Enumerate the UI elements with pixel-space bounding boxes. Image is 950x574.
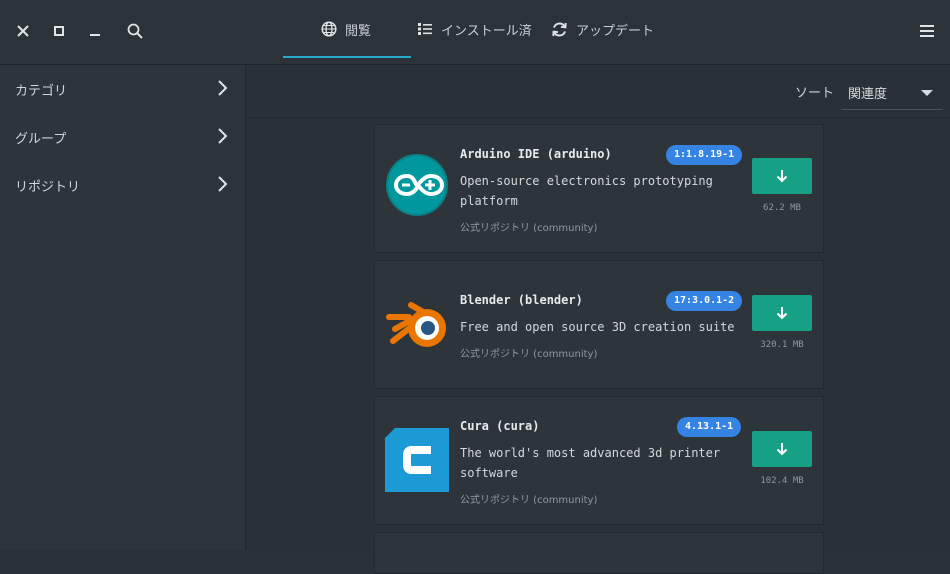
tab-browse-label: 閲覧: [345, 23, 372, 39]
minimize-button[interactable]: [84, 20, 106, 42]
refresh-icon: [552, 22, 567, 36]
download-arrow-icon: [776, 307, 788, 320]
package-card-cura[interactable]: Cura (cura) 4.13.1-1 The world's most ad…: [374, 396, 824, 525]
active-tab-indicator: [283, 56, 411, 58]
version-badge: 17:3.0.1-2: [666, 291, 743, 311]
sidebar-item-repositories[interactable]: リポジトリ: [0, 161, 245, 209]
package-repository: 公式リポジトリ (community): [460, 349, 598, 360]
package-size: 320.1 MB: [760, 340, 804, 350]
close-icon: [17, 25, 29, 37]
close-button[interactable]: [12, 20, 34, 42]
chevron-right-icon: [218, 128, 228, 144]
package-size: 102.4 MB: [760, 476, 804, 486]
package-description: Free and open source 3D creation suite: [460, 320, 735, 334]
hamburger-menu-icon: [920, 25, 934, 37]
search-button[interactable]: [124, 20, 146, 42]
tab-browse[interactable]: 閲覧: [321, 0, 371, 58]
tab-updates-label: アップデート: [576, 23, 655, 39]
maximize-button[interactable]: [48, 20, 70, 42]
sort-dropdown-value: 関連度: [848, 87, 888, 102]
minimize-icon: [90, 34, 100, 36]
package-repository: 公式リポジトリ (community): [460, 223, 598, 234]
package-card-partial[interactable]: [374, 532, 824, 574]
download-arrow-icon: [776, 443, 788, 456]
search-icon: [127, 23, 143, 39]
tab-updates[interactable]: アップデート: [551, 0, 654, 58]
main-content: ソート 関連度 Arduino IDE (arduino) 1:1.8.19-1…: [246, 65, 950, 574]
package-repository: 公式リポジトリ (community): [460, 495, 598, 506]
sidebar-item-categories[interactable]: カテゴリ: [0, 65, 245, 113]
sort-label: ソート: [795, 86, 835, 101]
package-card-arduino[interactable]: Arduino IDE (arduino) 1:1.8.19-1 Open-so…: [374, 124, 824, 253]
chevron-right-icon: [218, 176, 228, 192]
package-name: Blender (blender): [460, 293, 583, 307]
arduino-logo-icon: [386, 154, 448, 216]
tab-installed-label: インストール済: [441, 23, 532, 39]
menu-button[interactable]: [916, 20, 938, 42]
cura-logo-icon: [385, 428, 449, 492]
package-description: The world's most advanced 3d printer sof…: [460, 446, 721, 480]
download-button[interactable]: [752, 158, 812, 194]
download-button[interactable]: [752, 431, 812, 467]
maximize-icon: [54, 26, 64, 36]
package-name: Arduino IDE (arduino): [460, 147, 612, 161]
version-badge: 1:1.8.19-1: [666, 145, 743, 165]
sort-bar: ソート 関連度: [246, 65, 950, 118]
globe-icon: [321, 21, 337, 37]
sidebar-item-label: グループ: [15, 131, 67, 147]
sidebar-item-label: カテゴリ: [15, 83, 68, 99]
download-button[interactable]: [752, 295, 812, 331]
package-size: 62.2 MB: [763, 203, 801, 213]
sidebar: カテゴリ グループ リポジトリ: [0, 65, 246, 550]
package-card-blender[interactable]: Blender (blender) 17:3.0.1-2 Free and op…: [374, 260, 824, 389]
chevron-right-icon: [218, 80, 228, 96]
caret-down-icon: [921, 90, 933, 96]
list-icon: [418, 23, 432, 35]
sidebar-item-label: リポジトリ: [15, 179, 81, 195]
sidebar-item-groups[interactable]: グループ: [0, 113, 245, 161]
download-arrow-icon: [776, 170, 788, 183]
package-description: Open-source electronics prototyping plat…: [460, 174, 713, 208]
tab-installed[interactable]: インストール済: [417, 0, 532, 58]
blender-logo-icon: [386, 302, 446, 347]
header-bar: 閲覧 インストール済 アップデート: [0, 0, 950, 65]
sort-dropdown[interactable]: 関連度: [841, 75, 943, 110]
package-name: Cura (cura): [460, 419, 540, 433]
version-badge: 4.13.1-1: [677, 417, 742, 437]
